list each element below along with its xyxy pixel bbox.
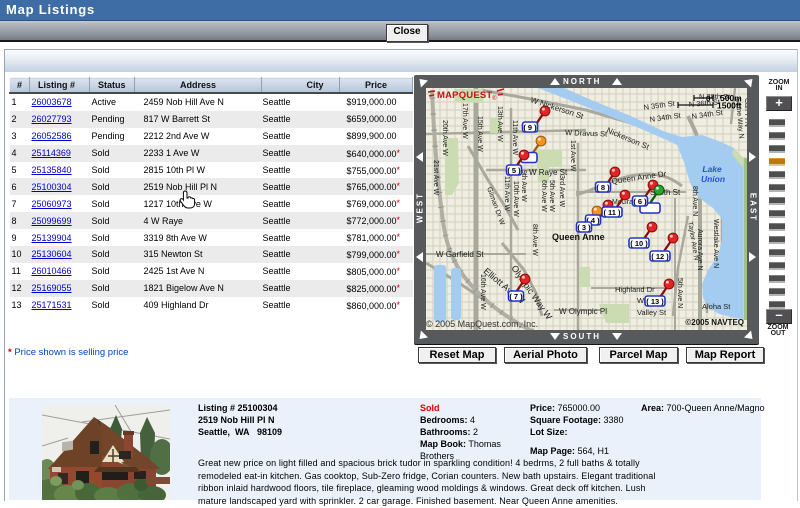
- svg-text:©2005 NAVTEQ: ©2005 NAVTEQ: [685, 318, 744, 327]
- svg-text:15th Ave W: 15th Ave W: [476, 116, 483, 152]
- svg-text:Lake: Lake: [702, 164, 722, 174]
- svg-text:Highland Dr: Highland Dr: [615, 285, 655, 294]
- svg-text:( 9 ): ( 9 ): [523, 123, 537, 132]
- svg-text:( 11 ): ( 11 ): [603, 208, 621, 217]
- svg-text:Union: Union: [701, 174, 725, 184]
- svg-text:1st Ave W: 1st Ave W: [569, 140, 576, 172]
- svg-text:6th Ave W: 6th Ave W: [540, 180, 547, 212]
- svg-text:( 8 ): ( 8 ): [596, 183, 610, 192]
- svg-text:13th Ave W: 13th Ave W: [496, 106, 503, 142]
- svg-text:21st Ave W: 21st Ave W: [432, 160, 439, 196]
- svg-text:W Dravus St: W Dravus St: [565, 128, 608, 138]
- svg-text:( 12 ): ( 12 ): [651, 252, 669, 261]
- svg-text:1500ft: 1500ft: [717, 101, 742, 111]
- svg-text:( 3 ): ( 3 ): [577, 223, 591, 232]
- svg-text:3rd Ave W: 3rd Ave W: [558, 175, 565, 208]
- svg-text:( 10 ): ( 10 ): [630, 239, 648, 248]
- svg-text:Carr Pl N: Carr Pl N: [743, 98, 747, 127]
- svg-text:11th Ave W: 11th Ave W: [511, 120, 518, 156]
- svg-text:Valley St: Valley St: [637, 308, 667, 317]
- svg-text:Aurora Ave N: Aurora Ave N: [696, 229, 703, 271]
- svg-text:8th Ave W: 8th Ave W: [531, 224, 538, 256]
- svg-text:5th Ave W: 5th Ave W: [548, 180, 555, 212]
- svg-text:0: 0: [706, 95, 711, 104]
- svg-text:16th Ave W: 16th Ave W: [479, 274, 486, 310]
- svg-text:17th Ave W: 17th Ave W: [461, 103, 468, 139]
- svg-text:10th Ave W: 10th Ave W: [512, 181, 519, 217]
- svg-text:( 7 ): ( 7 ): [509, 292, 523, 301]
- svg-text:Queen Anne: Queen Anne: [552, 232, 605, 242]
- svg-text:W Olympic Pl: W Olympic Pl: [559, 307, 607, 316]
- svg-text:( 13 ): ( 13 ): [646, 297, 664, 306]
- svg-text:( 5 ): ( 5 ): [507, 166, 521, 175]
- svg-text:20th Ave W: 20th Ave W: [441, 120, 448, 156]
- svg-text:5th Ave N: 5th Ave N: [676, 278, 683, 308]
- svg-text:© 2005 MapQuest.com, Inc.: © 2005 MapQuest.com, Inc.: [426, 319, 538, 329]
- svg-text:W Garfield St: W Garfield St: [436, 250, 484, 259]
- svg-text:Westlake Ave N: Westlake Ave N: [712, 219, 719, 268]
- svg-text:8th Ave N: 8th Ave N: [691, 186, 698, 216]
- svg-text:( 6 ): ( 6 ): [633, 197, 647, 206]
- svg-text:®: ®: [492, 95, 497, 102]
- svg-text:Aloha St: Aloha St: [702, 302, 731, 311]
- svg-text:11th Ave W: 11th Ave W: [503, 176, 510, 212]
- svg-text:MAPQUEST: MAPQUEST: [437, 90, 492, 101]
